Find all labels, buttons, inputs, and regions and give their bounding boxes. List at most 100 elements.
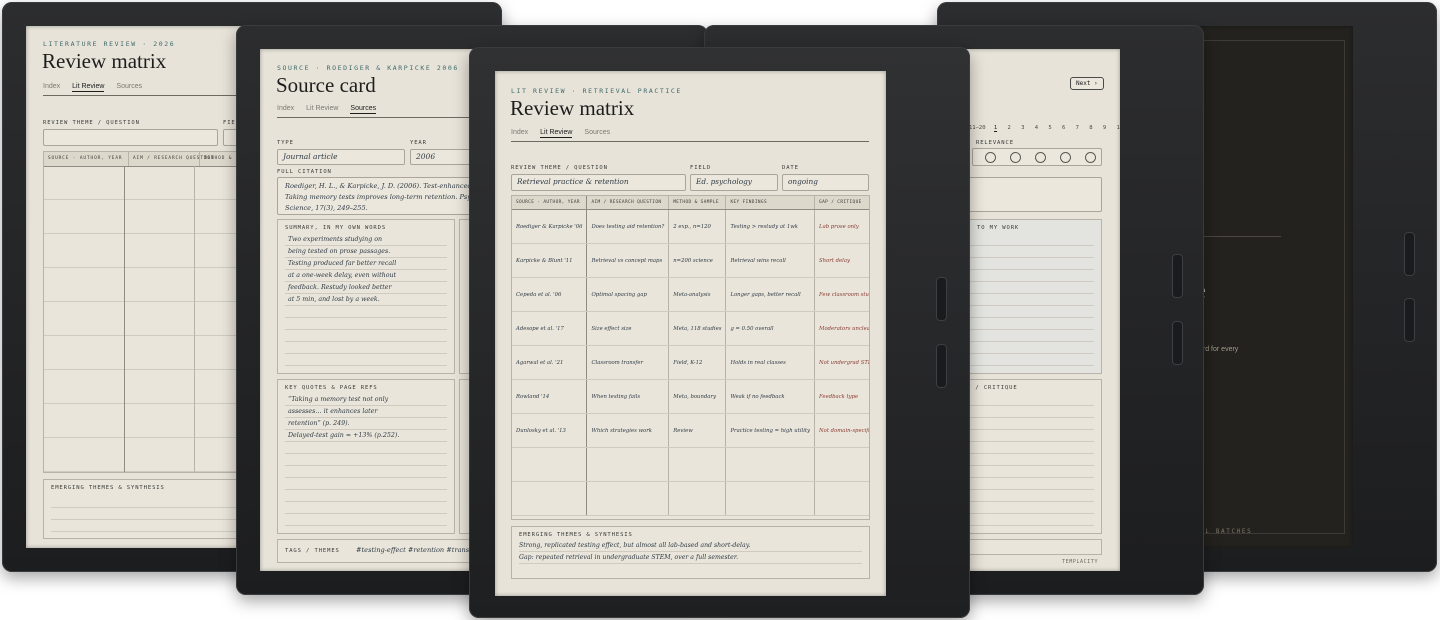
cell-method[interactable] <box>668 481 727 516</box>
cell-source[interactable]: Karpicke & Blunt '11 <box>512 243 588 278</box>
cell-source[interactable] <box>512 447 588 482</box>
cell-findings[interactable]: Longer gaps, better recall <box>725 277 816 312</box>
relevance-rating[interactable] <box>972 148 1102 166</box>
cell-findings[interactable]: Retrieval wins recall <box>725 243 816 278</box>
cell-method[interactable]: n=200 science <box>668 243 727 278</box>
cell-findings[interactable]: Weak if no feedback <box>725 379 816 414</box>
cell-method[interactable]: Meta, 118 studies <box>668 311 727 346</box>
cell-source[interactable]: Roediger & Karpicke '06 <box>512 209 588 244</box>
page-link[interactable]: 8 <box>1089 125 1092 131</box>
cell-gap[interactable]: Short delay <box>814 243 869 278</box>
matrix-grid[interactable]: SOURCE · AUTHOR, YEAR AIM / RESEARCH QUE… <box>512 196 869 516</box>
page-link[interactable]: 5 <box>1048 125 1051 131</box>
synthesis-box[interactable]: EMERGING THEMES & SYNTHESIS Strong, repl… <box>511 526 870 579</box>
table-row[interactable]: Cepeda et al. '06 Optimal spacing gap Me… <box>512 277 869 312</box>
cell-source[interactable]: Rowland '14 <box>512 379 588 414</box>
next-button[interactable]: Next › <box>1070 77 1104 90</box>
table-row[interactable]: Agarwal et al. '21 Classroom transfer Fi… <box>512 345 869 380</box>
relevance-circle[interactable] <box>985 152 996 163</box>
summary-box[interactable]: SUMMARY, IN MY OWN WORDS Two experiments… <box>277 219 455 374</box>
cell-gap[interactable] <box>814 447 869 482</box>
page-link[interactable]: 9 <box>1103 125 1106 131</box>
cell-aim[interactable]: When testing fails <box>586 379 670 414</box>
cell-findings[interactable] <box>725 447 816 482</box>
page-turn-button-down[interactable] <box>1172 321 1183 365</box>
tags-box-right[interactable] <box>954 539 1102 555</box>
cell-aim[interactable] <box>586 447 670 482</box>
cell-source[interactable]: Agarwal et al. '21 <box>512 345 588 380</box>
tab-lit-review[interactable]: Lit Review <box>72 83 105 92</box>
cell-method[interactable]: 2 exp., n=120 <box>668 209 727 244</box>
cell-method[interactable]: Field, K-12 <box>668 345 727 380</box>
tab-sources[interactable]: Sources <box>350 105 377 114</box>
table-row[interactable]: Rowland '14 When testing fails Meta, bou… <box>512 379 869 414</box>
date-field[interactable]: ongoing <box>782 174 869 191</box>
field-field[interactable]: Ed. psychology <box>690 174 778 191</box>
page-link[interactable]: 6 <box>1062 125 1065 131</box>
cell-method[interactable]: Meta-analysis <box>668 277 727 312</box>
table-row[interactable] <box>512 447 869 482</box>
cell-findings[interactable]: Practice testing = high utility <box>725 413 816 448</box>
page-link[interactable]: 7 <box>1076 125 1079 131</box>
tab-lit-review[interactable]: Lit Review <box>306 105 338 114</box>
quotes-box[interactable]: KEY QUOTES & PAGE REFS “Taking a memory … <box>277 379 455 534</box>
cell-source[interactable]: Cepeda et al. '06 <box>512 277 588 312</box>
cell-aim[interactable] <box>586 481 670 516</box>
critique-box[interactable]: Y / CRITIQUE <box>954 379 1102 534</box>
type-field[interactable]: Journal article <box>277 149 405 165</box>
cell-source[interactable] <box>512 481 588 516</box>
cell-gap[interactable]: Few classroom studies <box>814 277 869 312</box>
page-link[interactable]: 1 <box>993 125 998 132</box>
cell-method[interactable]: Review <box>668 413 727 448</box>
cell-aim[interactable]: Optimal spacing gap <box>586 277 670 312</box>
table-row[interactable]: Roediger & Karpicke '06 Does testing aid… <box>512 209 869 244</box>
cell-findings[interactable]: Holds in real classes <box>725 345 816 380</box>
page-turn-button-up[interactable] <box>1404 232 1415 276</box>
page-turn-button-down[interactable] <box>1404 298 1415 342</box>
cell-gap[interactable]: Not domain-specific <box>814 413 869 448</box>
tab-sources[interactable]: Sources <box>584 129 610 138</box>
pages-prefix[interactable]: 11–20 <box>969 125 986 131</box>
page-turn-button-up[interactable] <box>1172 254 1183 298</box>
page-link[interactable]: 2 <box>1008 125 1011 131</box>
cell-aim[interactable]: Does testing aid retention? <box>586 209 670 244</box>
cell-source[interactable]: Dunlosky et al. '13 <box>512 413 588 448</box>
relevance-circle[interactable] <box>1085 152 1096 163</box>
cell-gap[interactable]: Moderators unclear <box>814 311 869 346</box>
tab-lit-review[interactable]: Lit Review <box>540 129 573 138</box>
cell-findings[interactable]: Testing > restudy at 1wk <box>725 209 816 244</box>
cell-aim[interactable]: Classroom transfer <box>586 345 670 380</box>
table-row[interactable]: Dunlosky et al. '13 Which strategies wor… <box>512 413 869 448</box>
cell-gap[interactable] <box>814 481 869 516</box>
tab-index[interactable]: Index <box>277 105 294 114</box>
theme-field[interactable]: Retrieval practice & retention <box>511 174 686 191</box>
cell-aim[interactable]: Which strategies work <box>586 413 670 448</box>
relevance-circle[interactable] <box>1010 152 1021 163</box>
table-row[interactable]: Adesope et al. '17 Size effect size Meta… <box>512 311 869 346</box>
cell-source[interactable]: Adesope et al. '17 <box>512 311 588 346</box>
notes-field[interactable] <box>954 177 1102 212</box>
page-link[interactable]: 4 <box>1035 125 1038 131</box>
cell-method[interactable]: Meta, boundary <box>668 379 727 414</box>
page-link[interactable]: 10 <box>1117 125 1121 131</box>
cell-findings[interactable]: g = 0.50 overall <box>725 311 816 346</box>
cell-aim[interactable]: Retrieval vs concept maps <box>586 243 670 278</box>
table-row[interactable] <box>512 481 869 516</box>
cell-gap[interactable]: Feedback type <box>814 379 869 414</box>
theme-field[interactable] <box>43 129 218 146</box>
page-link[interactable]: 3 <box>1021 125 1024 131</box>
cell-gap[interactable]: Not undergrad STEM <box>814 345 869 380</box>
cell-gap[interactable]: Lab prose only <box>814 209 869 244</box>
page-turn-button-down[interactable] <box>936 344 947 388</box>
tab-index[interactable]: Index <box>511 129 528 138</box>
tab-index[interactable]: Index <box>43 83 60 92</box>
table-row[interactable]: Karpicke & Blunt '11 Retrieval vs concep… <box>512 243 869 278</box>
cell-findings[interactable] <box>725 481 816 516</box>
page-turn-button-up[interactable] <box>936 277 947 321</box>
tab-sources[interactable]: Sources <box>116 83 142 92</box>
relevance-circle[interactable] <box>1060 152 1071 163</box>
cell-method[interactable] <box>668 447 727 482</box>
relevance-to-work-box[interactable]: TO MY WORK <box>954 219 1102 374</box>
cell-aim[interactable]: Size effect size <box>586 311 670 346</box>
relevance-circle[interactable] <box>1035 152 1046 163</box>
